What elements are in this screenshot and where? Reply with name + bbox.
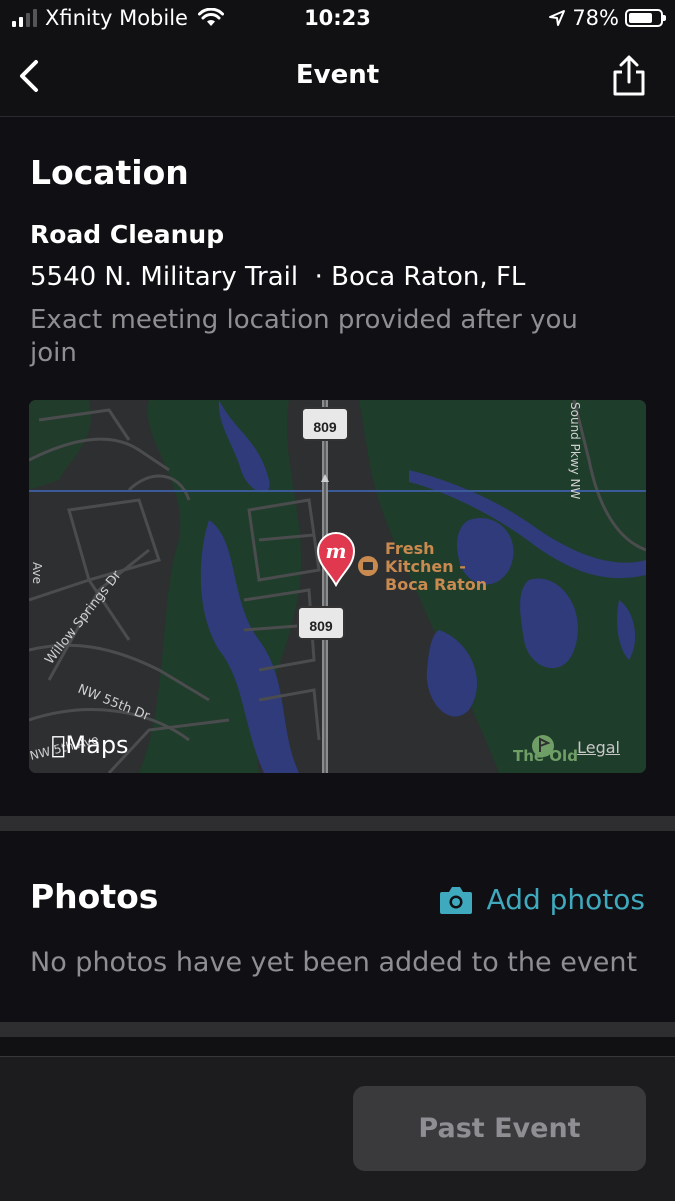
past-event-button[interactable]: Past Event bbox=[353, 1086, 646, 1171]
photos-section: Photos Add photos No photos have yet bee… bbox=[0, 831, 675, 1022]
battery-percent: 78% bbox=[572, 6, 619, 30]
no-photos-message: No photos have yet been added to the eve… bbox=[30, 947, 638, 978]
section-divider bbox=[0, 816, 675, 831]
apple-icon:  bbox=[51, 731, 65, 759]
location-hint: Exact meeting location provided after yo… bbox=[30, 305, 578, 368]
route-shield-bottom: 809 bbox=[297, 606, 345, 640]
maps-logo-text: Maps bbox=[51, 731, 128, 759]
legal-link[interactable]: Legal bbox=[577, 738, 620, 757]
photos-heading: Photos bbox=[30, 877, 159, 916]
map-graphic: 809 809 Willow Springs Dr NW 55th Dr NW … bbox=[29, 400, 646, 773]
apple-maps-logo: Maps bbox=[51, 731, 129, 759]
svg-text:809: 809 bbox=[313, 419, 337, 435]
add-photos-button[interactable]: Add photos bbox=[439, 883, 645, 916]
location-section: Location Road Cleanup 5540 N. Military T… bbox=[0, 117, 675, 816]
svg-text:Ave: Ave bbox=[30, 562, 44, 584]
camera-icon bbox=[439, 886, 472, 914]
share-icon[interactable] bbox=[609, 54, 649, 98]
add-photos-label: Add photos bbox=[486, 883, 645, 916]
battery-level bbox=[629, 13, 653, 23]
section-divider bbox=[0, 1022, 675, 1037]
battery-icon bbox=[625, 9, 666, 27]
poi-label: Fresh Kitchen - Boca Raton bbox=[385, 540, 487, 594]
svg-text:809: 809 bbox=[309, 618, 333, 634]
location-heading: Location bbox=[30, 153, 189, 192]
svg-text:Sound Pkwy NW: Sound Pkwy NW bbox=[568, 402, 582, 499]
golf-course-label: The Old bbox=[513, 747, 578, 765]
poi-line: Kitchen - bbox=[385, 557, 466, 576]
svg-text:m: m bbox=[325, 539, 346, 563]
poi-line: Boca Raton bbox=[385, 575, 488, 594]
poi-line: Fresh bbox=[385, 539, 435, 558]
event-address: 5540 N. Military Trail · Boca Raton, FL bbox=[30, 262, 526, 292]
nav-bar: Event bbox=[0, 38, 675, 117]
status-bar: Xfinity Mobile 10:23 78% bbox=[0, 0, 675, 38]
bottom-action-bar: Past Event bbox=[0, 1056, 675, 1201]
location-arrow-icon bbox=[549, 10, 566, 26]
map-view[interactable]: 809 809 Willow Springs Dr NW 55th Dr NW … bbox=[29, 400, 646, 773]
page-title: Event bbox=[295, 60, 380, 90]
event-name: Road Cleanup bbox=[30, 220, 225, 249]
route-shield-top: 809 bbox=[301, 407, 349, 441]
